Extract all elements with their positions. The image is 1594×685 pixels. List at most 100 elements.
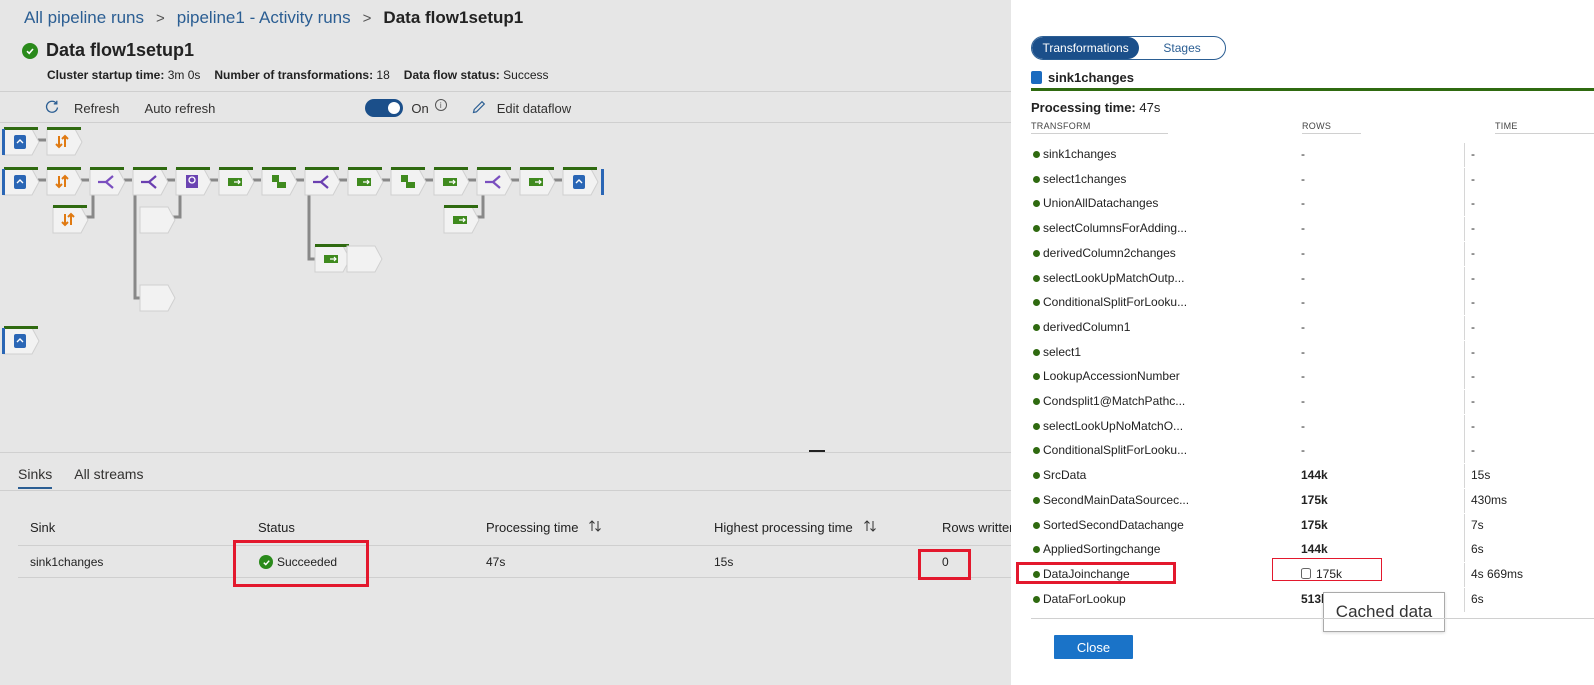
divider <box>1464 192 1465 217</box>
edit-dataflow-button[interactable]: Edit dataflow <box>471 99 571 118</box>
highlight-box-status <box>233 540 369 587</box>
divider <box>1464 340 1465 365</box>
transform-row[interactable]: select1changes - - <box>1031 167 1594 192</box>
col-header-highest-time[interactable]: Highest processing time <box>714 520 877 535</box>
flow-node-derive[interactable] <box>260 167 298 196</box>
status-dot-icon <box>1033 595 1040 603</box>
transform-time: - <box>1471 443 1475 458</box>
transform-name: Condsplit1@MatchPathc... <box>1043 394 1186 408</box>
transform-rows: - <box>1301 221 1305 235</box>
flow-node-select[interactable] <box>217 167 255 196</box>
transform-row[interactable]: SrcData 144k 15s <box>1031 464 1594 489</box>
flow-node-split[interactable] <box>303 167 341 196</box>
divider <box>0 452 1028 453</box>
transform-rows-value: 144k <box>1301 468 1328 483</box>
flow-node-source[interactable] <box>2 167 40 196</box>
transform-rows: 175k <box>1301 493 1328 507</box>
transform-row[interactable]: ConditionalSplitForLooku... - - <box>1031 439 1594 464</box>
sink-name-cell[interactable]: sink1changes <box>30 555 103 569</box>
transform-rows-value: - <box>1301 319 1305 334</box>
flow-node-sink[interactable] <box>561 167 604 196</box>
transform-name: LookupAccessionNumber <box>1043 369 1180 384</box>
flow-node-lookup[interactable] <box>174 167 212 196</box>
sink-icon <box>1031 71 1042 84</box>
sort-icon[interactable] <box>863 520 877 535</box>
info-icon[interactable]: i <box>434 99 447 111</box>
col-header-processing-time[interactable]: Processing time <box>486 520 602 535</box>
status-dot-icon <box>1033 496 1040 504</box>
refresh-button[interactable]: Refresh <box>44 99 120 118</box>
transform-row[interactable]: SecondMainDataSourcec... 175k 430ms <box>1031 488 1594 513</box>
status-dot-icon <box>1033 274 1040 282</box>
processing-time-label: Processing time: <box>1031 100 1136 115</box>
col-header-sink[interactable]: Sink <box>30 520 55 535</box>
dataflow-status-value: Success <box>503 68 549 82</box>
flow-node-split[interactable] <box>131 167 169 196</box>
status-dot-icon <box>1033 175 1040 183</box>
flow-node-sort[interactable] <box>51 205 89 234</box>
divider <box>0 91 1028 92</box>
transform-row[interactable]: selectLookUpMatchOutp... - - <box>1031 266 1594 291</box>
divider <box>1464 291 1465 316</box>
col-header-status[interactable]: Status <box>258 520 295 535</box>
breadcrumb-all-runs[interactable]: All pipeline runs <box>24 8 144 28</box>
divider <box>1464 143 1465 167</box>
breadcrumb-activity-runs[interactable]: pipeline1 - Activity runs <box>177 8 351 28</box>
transform-rows: - <box>1301 369 1305 383</box>
transform-rows: - <box>1301 345 1305 359</box>
tab-all-streams[interactable]: All streams <box>74 466 143 489</box>
transform-rows-value: - <box>1301 369 1305 384</box>
transform-time: - <box>1471 369 1475 384</box>
flow-node-blank[interactable] <box>138 283 176 312</box>
flow-node-blank[interactable] <box>138 205 176 234</box>
transform-row[interactable]: select1 - - <box>1031 340 1594 365</box>
view-switcher: Transformations Stages <box>1031 36 1226 60</box>
transform-rows-value: - <box>1301 147 1305 161</box>
flow-node-derive[interactable] <box>389 167 427 196</box>
close-button[interactable]: Close <box>1054 635 1133 659</box>
transform-row[interactable]: SortedSecondDatachange 175k 7s <box>1031 513 1594 538</box>
transform-row[interactable]: selectLookUpNoMatchO... - - <box>1031 414 1594 439</box>
transform-rows: - <box>1301 295 1305 309</box>
flow-node-source[interactable] <box>2 326 40 355</box>
dataflow-graph[interactable] <box>0 123 1028 450</box>
divider <box>1464 464 1465 489</box>
flow-node-join[interactable] <box>475 167 513 196</box>
flow-node-sort[interactable] <box>45 127 83 156</box>
transform-name: selectLookUpMatchOutp... <box>1043 270 1185 285</box>
breadcrumb-current: Data flow1setup1 <box>383 8 524 27</box>
transform-row[interactable]: derivedColumn1 - - <box>1031 315 1594 340</box>
transform-row[interactable]: LookupAccessionNumber - - <box>1031 365 1594 390</box>
segment-transformations[interactable]: Transformations <box>1032 37 1140 59</box>
cluster-startup-label: Cluster startup time: <box>47 68 165 82</box>
transform-time: 6s <box>1471 542 1484 557</box>
transform-rows: - <box>1301 419 1305 433</box>
transform-rows: - <box>1301 320 1305 334</box>
auto-refresh-toggle[interactable] <box>365 99 404 117</box>
transform-row[interactable]: UnionAllDatachanges - - <box>1031 192 1594 217</box>
transform-rows: - <box>1301 443 1305 457</box>
divider <box>0 490 1028 491</box>
flow-node-select[interactable] <box>442 205 480 234</box>
transform-rows-value: - <box>1301 443 1305 458</box>
segment-stages[interactable]: Stages <box>1139 37 1225 59</box>
flow-node-select[interactable] <box>346 167 384 196</box>
sort-icon[interactable] <box>588 520 602 535</box>
transform-row[interactable]: ConditionalSplitForLooku... - - <box>1031 291 1594 316</box>
flow-node-select[interactable] <box>432 167 470 196</box>
transform-row[interactable]: Condsplit1@MatchPathc... - - <box>1031 390 1594 414</box>
flow-node-join[interactable] <box>88 167 126 196</box>
status-dot-icon <box>1033 249 1040 257</box>
flow-node-select[interactable] <box>518 167 556 196</box>
transform-row[interactable]: DataForLookup 513k 6s <box>1031 587 1594 612</box>
transform-rows-value: 175k <box>1301 517 1328 532</box>
flow-node-blank[interactable] <box>345 244 383 273</box>
col-header-rows-written[interactable]: Rows written <box>942 520 1016 535</box>
transform-row[interactable]: sink1changes - - <box>1031 143 1594 167</box>
transform-row[interactable]: selectColumnsForAdding... - - <box>1031 217 1594 242</box>
flow-node-source[interactable] <box>2 127 40 156</box>
status-dot-icon <box>1033 373 1040 381</box>
transform-row[interactable]: derivedColumn2changes - - <box>1031 241 1594 266</box>
flow-node-sort[interactable] <box>45 167 83 196</box>
tab-sinks[interactable]: Sinks <box>18 466 53 489</box>
